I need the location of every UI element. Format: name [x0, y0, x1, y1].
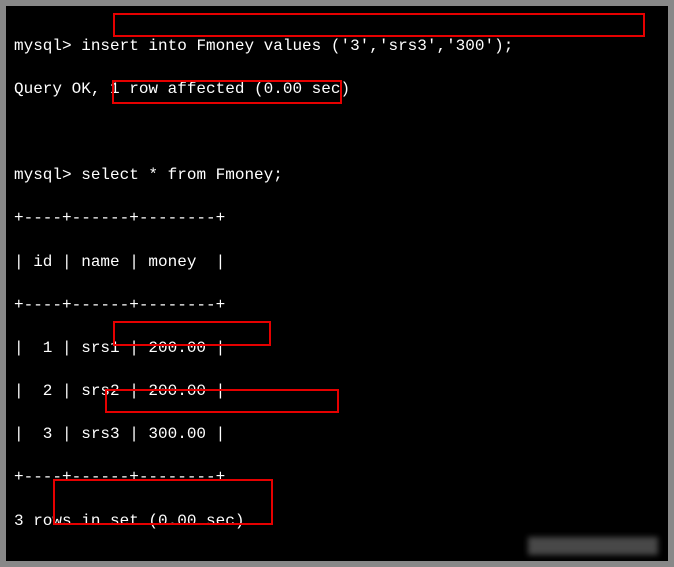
table-border: +----+------+--------+ [14, 467, 660, 489]
sql-insert-command: insert into Fmoney values ('3','srs3','3… [81, 37, 513, 55]
table-border: +----+------+--------+ [14, 208, 660, 230]
highlight-insert-command [113, 13, 645, 37]
prompt-line-1: mysql> insert into Fmoney values ('3','s… [14, 36, 660, 58]
terminal-window: mysql> insert into Fmoney values ('3','s… [6, 6, 668, 561]
sql-select-command: select * from Fmoney; [81, 166, 283, 184]
prompt-line-2: mysql> select * from Fmoney; [14, 165, 660, 187]
blank-line [14, 122, 660, 144]
query-result-2: 3 rows in set (0.00 sec) [14, 511, 660, 533]
table-row: | 1 | srs1 | 200.00 | [14, 338, 660, 360]
table-row: | 3 | srs3 | 300.00 | [14, 424, 660, 446]
table-row: | 2 | srs2 | 200.00 | [14, 381, 660, 403]
mysql-prompt: mysql> [14, 166, 72, 184]
mysql-prompt: mysql> [14, 37, 72, 55]
table-header: | id | name | money | [14, 252, 660, 274]
query-result-1: Query OK, 1 row affected (0.00 sec) [14, 79, 660, 101]
blurred-watermark [528, 537, 658, 555]
table-border: +----+------+--------+ [14, 295, 660, 317]
